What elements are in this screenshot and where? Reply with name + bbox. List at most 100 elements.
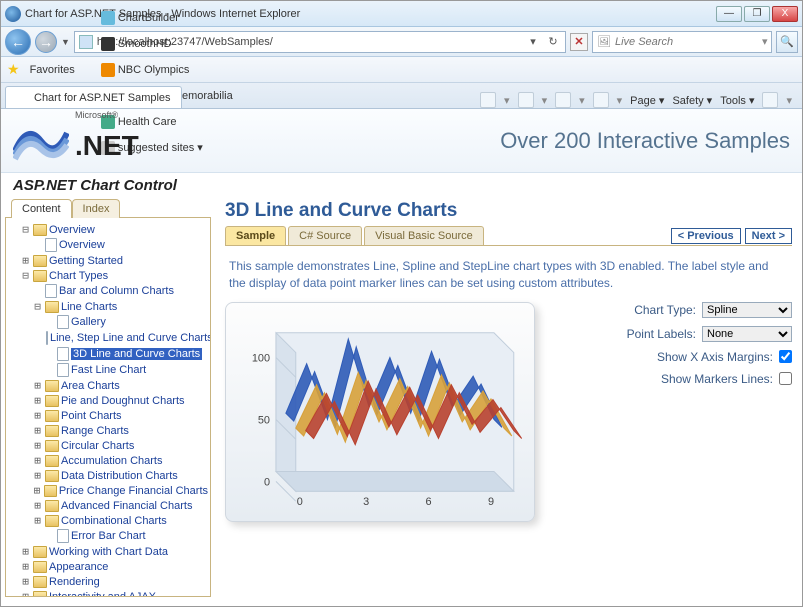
close-button[interactable]: X <box>772 6 798 22</box>
history-dropdown[interactable]: ▼ <box>61 37 70 47</box>
tree-node[interactable]: ⊞Price Change Financial Charts <box>8 483 208 498</box>
expand-icon[interactable]: ⊞ <box>32 454 43 467</box>
tree-node[interactable]: ⊞ Range Charts <box>8 423 208 438</box>
tab-index[interactable]: Index <box>72 199 121 218</box>
expand-icon[interactable]: ⊞ <box>32 484 42 497</box>
tree-node[interactable]: ⊞Point Charts <box>8 408 208 423</box>
browser-tab[interactable]: Chart for ASP.NET Samples <box>5 86 182 108</box>
expand-icon[interactable]: ⊞ <box>20 575 31 588</box>
print-icon[interactable] <box>593 92 609 108</box>
search-input[interactable] <box>615 36 758 48</box>
search-dropdown[interactable]: ▾ <box>762 35 768 48</box>
prev-button[interactable]: < Previous <box>671 228 741 244</box>
expand-icon[interactable]: ⊞ <box>32 379 43 392</box>
sample-description: This sample demonstrates Line, Spline an… <box>229 258 788 292</box>
folder-icon <box>45 301 59 313</box>
tab-vb[interactable]: Visual Basic Source <box>364 226 484 245</box>
expand-icon[interactable]: ⊟ <box>20 223 31 236</box>
expand-icon[interactable]: ⊟ <box>20 269 31 282</box>
tree-node[interactable]: ⊞ Pie and Doughnut Charts <box>8 393 208 408</box>
tree-node[interactable]: ⊟Line Charts <box>8 299 208 314</box>
expand-icon[interactable]: ⊞ <box>32 394 43 407</box>
expand-icon[interactable]: ⊞ <box>20 254 31 267</box>
page-menu[interactable]: Page ▾ <box>630 94 664 107</box>
expand-icon[interactable]: ⊞ <box>32 424 43 437</box>
stop-button[interactable]: ✕ <box>570 33 588 51</box>
tree-node[interactable]: ⊟Overview <box>8 222 208 237</box>
tree-label: Range Charts <box>61 425 129 437</box>
tree-node[interactable]: Bar and Column Charts <box>8 283 208 299</box>
folder-icon <box>44 485 57 497</box>
favorite-link[interactable]: NBC Olympics <box>101 63 240 77</box>
svg-text:0: 0 <box>264 476 270 488</box>
tree-node[interactable]: ⊟ Chart Types <box>8 268 208 283</box>
tree-node[interactable]: ⊞Advanced Financial Charts <box>8 498 208 513</box>
xmargins-checkbox[interactable] <box>779 350 792 363</box>
markers-checkbox[interactable] <box>779 372 792 385</box>
tab-sample[interactable]: Sample <box>225 226 286 245</box>
home-icon[interactable] <box>480 92 496 108</box>
page-icon <box>57 347 69 361</box>
url-dropdown[interactable]: ▾ <box>525 35 541 48</box>
dotnet-logo: Microsoft® .NET <box>13 120 139 162</box>
tree-label: Chart Types <box>49 270 108 282</box>
tree-node[interactable]: ⊞Accumulation Charts <box>8 453 208 468</box>
search-go-button[interactable]: 🔍 <box>776 31 798 53</box>
nav-tree[interactable]: ⊟OverviewOverview⊞Getting Started⊟Chart … <box>5 217 211 597</box>
tree-node[interactable]: Error Bar Chart <box>8 528 208 544</box>
expand-icon[interactable]: ⊞ <box>32 439 43 452</box>
point-labels-select[interactable]: None <box>702 326 792 342</box>
expand-icon[interactable]: ⊞ <box>20 560 31 573</box>
tree-node[interactable]: ⊞Interactivity and AJAX <box>8 589 208 597</box>
feeds-icon[interactable] <box>518 92 534 108</box>
safety-menu[interactable]: Safety ▾ <box>672 94 712 107</box>
tree-node[interactable]: ⊞Area Charts <box>8 378 208 393</box>
tree-node[interactable]: ⊞Getting Started <box>8 253 208 268</box>
expand-icon[interactable]: ⊞ <box>20 590 31 597</box>
logo-small-text: Microsoft® <box>75 110 139 120</box>
tab-csharp[interactable]: C# Source <box>288 226 362 245</box>
back-button[interactable]: ← <box>5 29 31 55</box>
tree-node[interactable]: ⊞Data Distribution Charts <box>8 468 208 483</box>
favorites-star-icon[interactable]: ★ <box>7 61 20 78</box>
expand-icon[interactable]: ⊞ <box>32 409 43 422</box>
expand-icon[interactable]: ⊞ <box>32 499 43 512</box>
tab-strip: Chart for ASP.NET Samples ▾ ▾ ▾ ▾ Page ▾… <box>1 83 802 109</box>
favorite-link[interactable]: SmoothHD <box>101 37 240 51</box>
favorite-label: NBC Olympics <box>118 64 190 76</box>
favorite-link[interactable]: ChartBuilder <box>101 11 240 25</box>
tree-node[interactable]: ⊞Circular Charts <box>8 438 208 453</box>
tree-node[interactable]: ⊞Working with Chart Data <box>8 544 208 559</box>
mail-icon[interactable] <box>555 92 571 108</box>
tree-node[interactable]: Gallery <box>8 314 208 330</box>
tree-node[interactable]: ⊞Appearance <box>8 559 208 574</box>
chart-type-select[interactable]: Spline <box>702 302 792 318</box>
expand-icon[interactable]: ⊞ <box>32 469 43 482</box>
folder-icon <box>45 500 59 512</box>
expand-icon[interactable]: ⊞ <box>20 545 31 558</box>
maximize-button[interactable]: ❐ <box>744 6 770 22</box>
refresh-button[interactable]: ↻ <box>545 35 561 48</box>
tree-node[interactable]: ⊞Rendering <box>8 574 208 589</box>
favorites-label[interactable]: Favorites <box>30 64 75 76</box>
expand-icon[interactable]: ⊟ <box>32 300 43 313</box>
tab-content[interactable]: Content <box>11 199 72 218</box>
tree-label: Pie and Doughnut Charts <box>61 395 185 407</box>
tree-node[interactable]: Fast Line Chart <box>8 362 208 378</box>
search-field-wrap[interactable]: 🖼 ▾ <box>592 31 772 53</box>
tree-label: Fast Line Chart <box>71 364 146 376</box>
help-icon[interactable] <box>762 92 778 108</box>
svg-text:50: 50 <box>258 414 270 426</box>
tree-node[interactable]: 3D Line and Curve Charts <box>8 346 208 362</box>
tools-menu[interactable]: Tools ▾ <box>720 94 754 107</box>
tree-node[interactable]: Line, Step Line and Curve Charts <box>8 330 208 346</box>
folder-icon <box>33 591 47 598</box>
next-button[interactable]: Next > <box>745 228 792 244</box>
expand-icon[interactable]: ⊞ <box>32 514 43 527</box>
tree-node[interactable]: Overview <box>8 237 208 253</box>
markers-label: Show Markers Lines: <box>661 372 773 386</box>
minimize-button[interactable]: — <box>716 6 742 22</box>
tree-node[interactable]: ⊞Combinational Charts <box>8 513 208 528</box>
forward-button[interactable]: → <box>35 31 57 53</box>
folder-icon <box>45 455 59 467</box>
